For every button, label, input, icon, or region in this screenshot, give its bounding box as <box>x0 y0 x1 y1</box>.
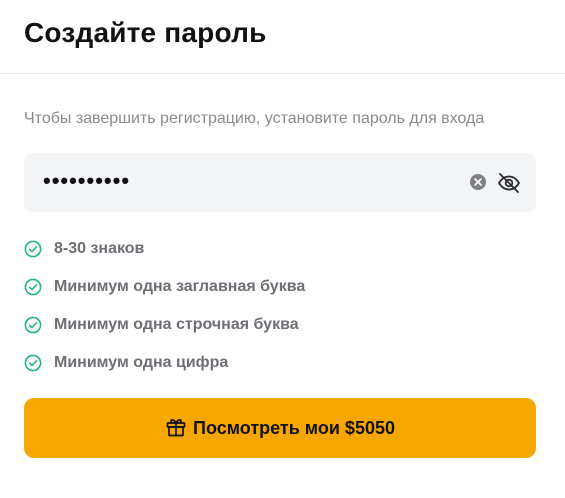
requirement-item: Минимум одна цифра <box>24 346 305 384</box>
requirement-item: Минимум одна заглавная буква <box>24 270 305 308</box>
requirement-item: Минимум одна строчная буква <box>24 308 305 346</box>
view-rewards-button[interactable]: Посмотреть мои $5050 <box>24 398 536 458</box>
requirement-label: Минимум одна заглавная буква <box>54 278 306 295</box>
eye-off-icon[interactable] <box>496 170 522 196</box>
header: Создайте пароль <box>0 0 565 74</box>
requirement-label: Минимум одна строчная буква <box>54 316 299 333</box>
check-circle-icon <box>24 278 42 296</box>
requirement-item: 8-30 знаков <box>24 232 305 270</box>
password-value[interactable]: •••••••••• <box>43 166 130 196</box>
requirement-label: Минимум одна цифра <box>54 354 229 371</box>
requirement-label: 8-30 знаков <box>54 240 145 257</box>
page-title: Создайте пароль <box>24 17 267 48</box>
clear-icon[interactable] <box>468 172 488 192</box>
gift-icon <box>166 419 186 437</box>
check-circle-icon <box>24 240 42 258</box>
check-circle-icon <box>24 354 42 372</box>
password-field[interactable]: •••••••••• <box>24 153 536 212</box>
form-subtitle: Чтобы завершить регистрацию, установите … <box>24 110 485 127</box>
password-requirements: 8-30 знаков Минимум одна заглавная буква… <box>24 232 305 384</box>
view-rewards-label: Посмотреть мои $5050 <box>193 417 395 438</box>
check-circle-icon <box>24 316 42 334</box>
